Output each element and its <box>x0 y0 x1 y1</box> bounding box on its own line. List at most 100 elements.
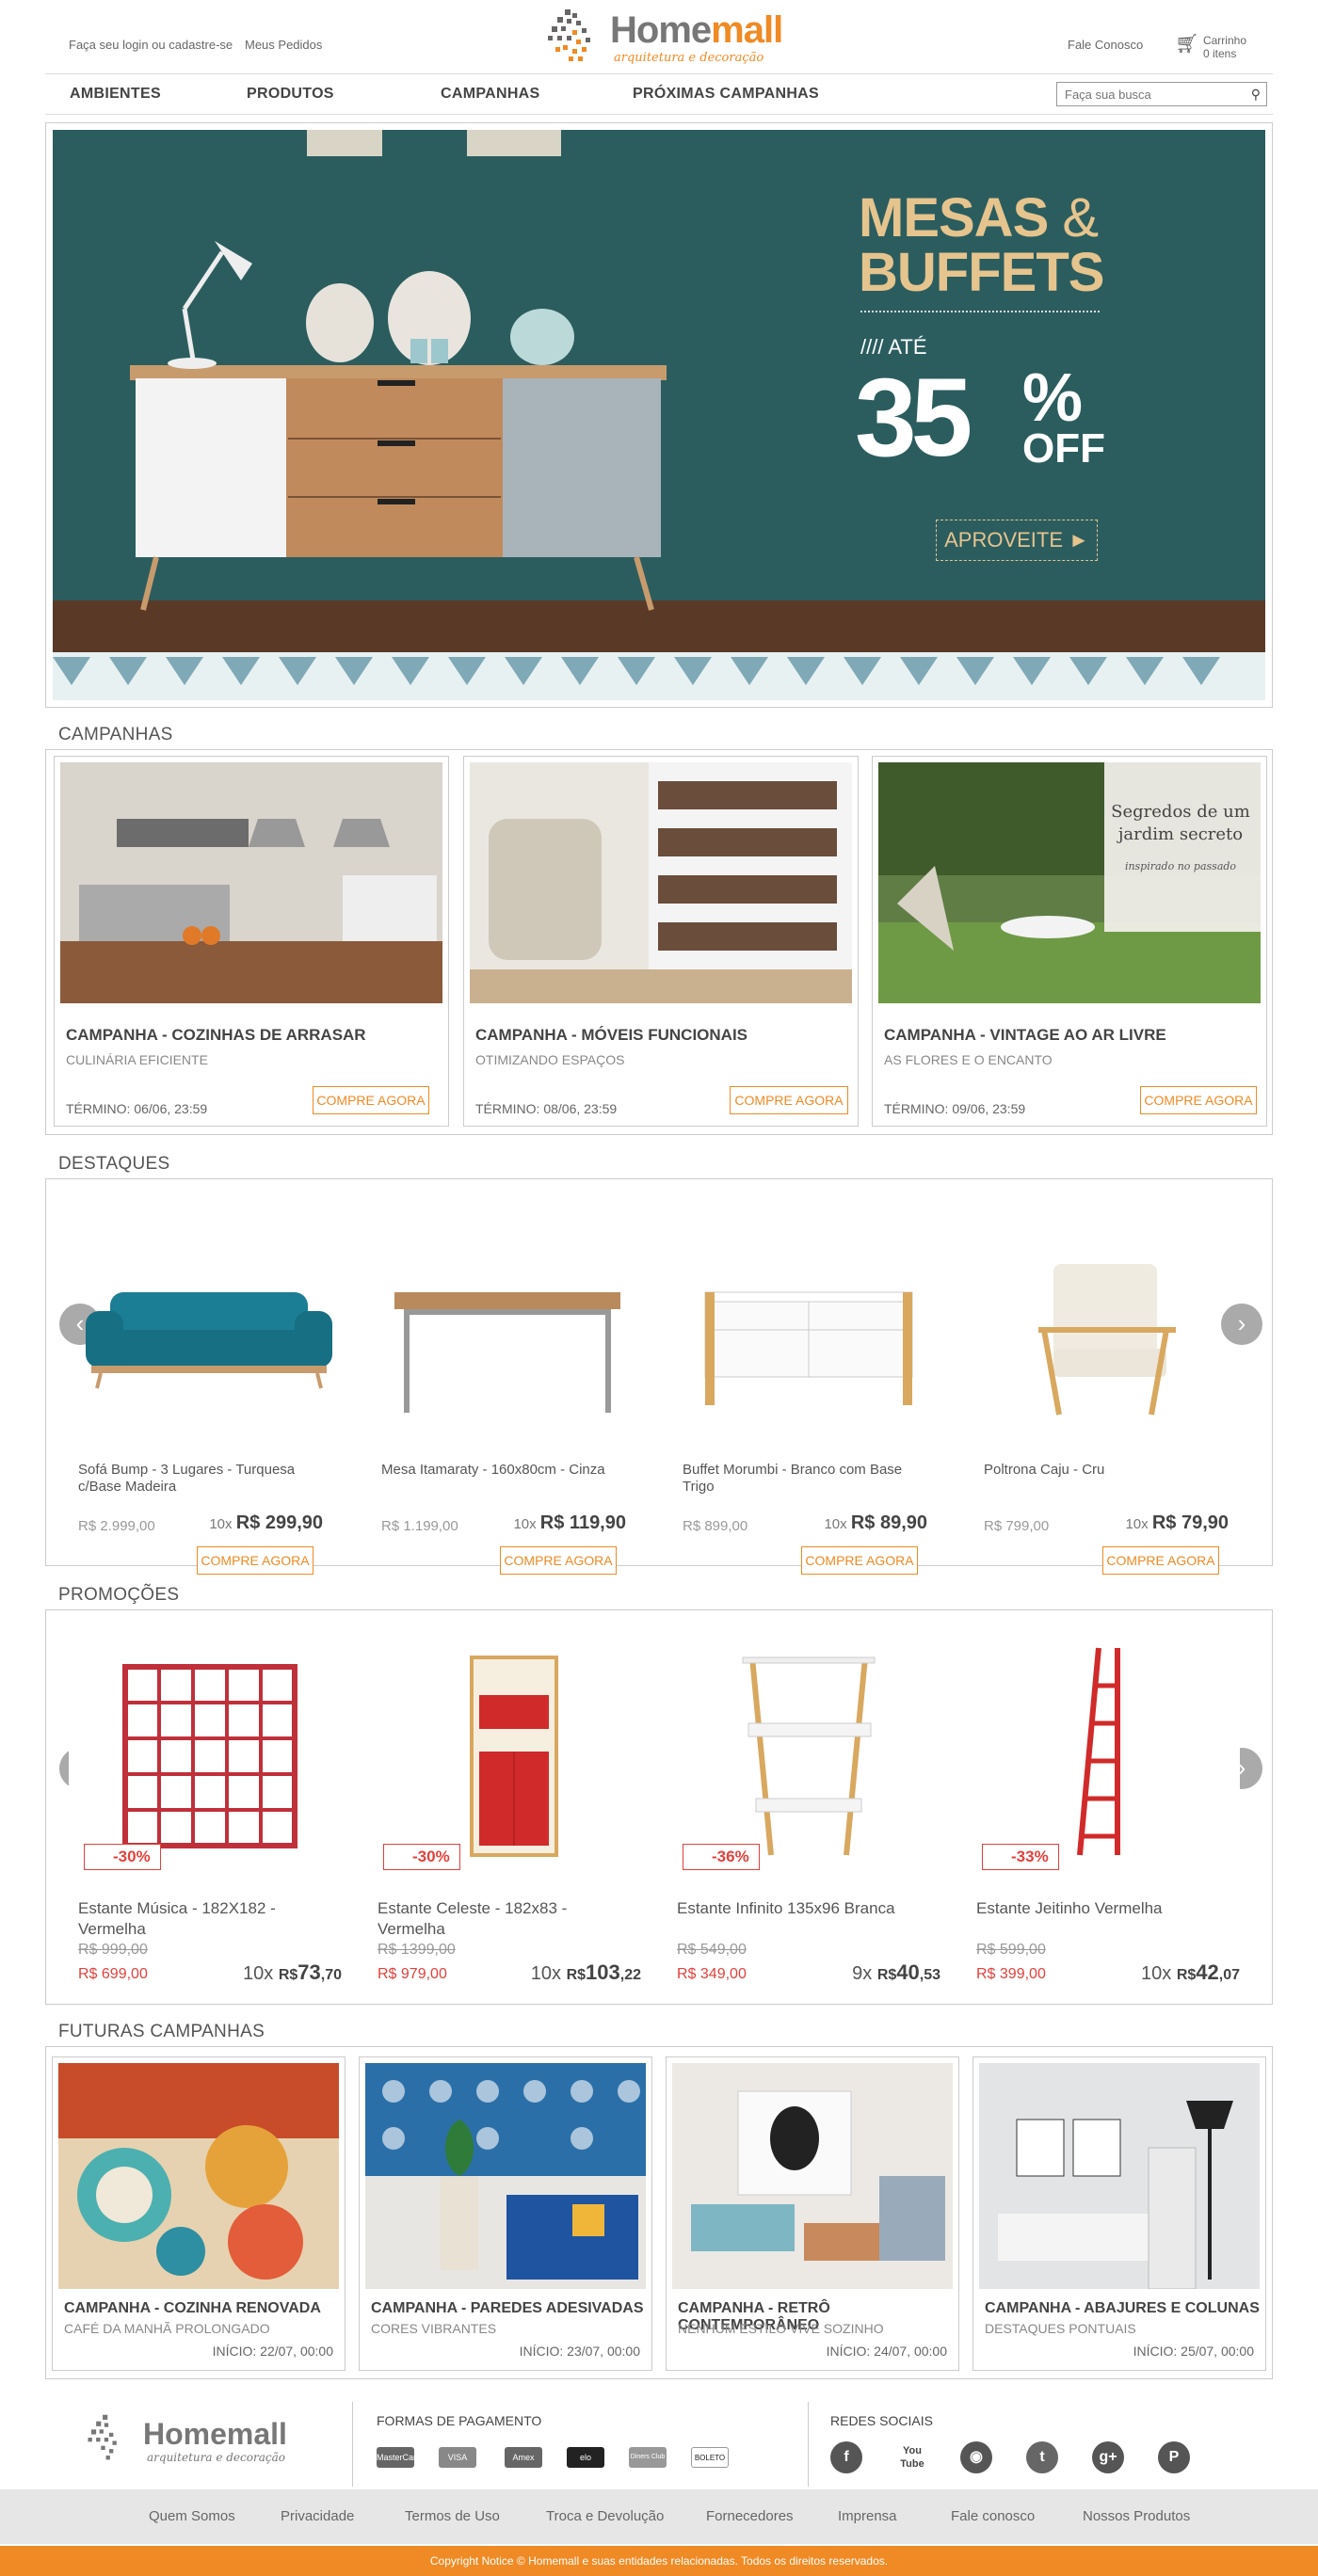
product-name: Mesa Itamaraty - 160x80cm - Cinza <box>381 1462 605 1478</box>
campaign-card[interactable]: CAMPANHA - MÓVEIS FUNCIONAIS OTIMIZANDO … <box>463 756 859 1127</box>
future-campaign-subtitle: CORES VIBRANTES <box>371 2321 497 2336</box>
discount-badge: -30% <box>383 1844 460 1870</box>
product-image <box>667 1629 940 1864</box>
future-campaign-card[interactable]: CAMPANHA - RETRÔ CONTEMPORÂNEO NENHUM ES… <box>666 2056 959 2371</box>
discount-badge: -33% <box>982 1844 1059 1870</box>
future-campaign-subtitle: CAFÉ DA MANHÃ PROLONGADO <box>64 2321 270 2336</box>
youtube-icon[interactable]: You Tube <box>896 2441 928 2473</box>
product-old-price: R$ 1399,00 <box>378 1942 456 1958</box>
future-campaign-title: CAMPANHA - COZINHA RENOVADA <box>64 2300 321 2316</box>
product-new-price: R$ 699,00 <box>78 1966 148 1982</box>
product-old-price: R$ 1.199,00 <box>381 1518 458 1534</box>
footer-logo-text: Homemall <box>143 2417 287 2451</box>
product-name: Sofá Bump - 3 Lugares - Turquesa c/Base … <box>78 1462 296 1495</box>
product-price: 10x R$ 119,90 <box>513 1512 626 1533</box>
campaign-overlay-text-1: Segredos de um <box>1111 802 1250 822</box>
search-box: ⚲ <box>1056 82 1267 106</box>
promo-card[interactable]: -33% Estante Jeitinho Vermelha R$ 599,00… <box>961 1610 1253 2006</box>
nav-ambientes[interactable]: AMBIENTES <box>70 86 161 103</box>
instagram-icon[interactable]: ◉ <box>960 2441 992 2473</box>
product-image <box>69 1629 342 1864</box>
hero-banner[interactable]: MESAS & BUFFETS //// ATÉ 35 % OFF APROVE… <box>45 122 1273 708</box>
product-card[interactable]: Mesa Itamaraty - 160x80cm - Cinza R$ 1.1… <box>366 1208 649 1575</box>
campaign-image: Segredos de um jardim secreto inspirado … <box>878 762 1261 1003</box>
future-campaign-subtitle: NENHUM ESTILO VIVE SOZINHO <box>678 2321 884 2336</box>
future-campaign-start: INÍCIO: 25/07, 00:00 <box>1133 2344 1254 2359</box>
header: Faça seu login ou cadastre-se Meus Pedid… <box>45 0 1273 73</box>
product-name: Estante Infinito 135x96 Branca <box>677 1899 895 1917</box>
footer-logo-tagline: arquitetura e decoração <box>147 2451 285 2464</box>
product-old-price: R$ 599,00 <box>976 1942 1046 1958</box>
future-campaign-image <box>365 2063 646 2289</box>
product-card[interactable]: Sofá Bump - 3 Lugares - Turquesa c/Base … <box>63 1208 346 1575</box>
campanhas-box: CAMPANHA - COZINHAS DE ARRASAR CULINÁRIA… <box>45 749 1273 1135</box>
logo-text: Homemall <box>610 9 783 51</box>
future-campaign-card[interactable]: CAMPANHA - PAREDES ADESIVADAS CORES VIBR… <box>359 2056 652 2371</box>
logo[interactable]: Homemall arquitetura e decoração <box>544 8 798 66</box>
promo-card[interactable]: -30% Estante Música - 182X182 - Vermelha… <box>63 1610 355 2006</box>
discount-badge: -36% <box>683 1844 760 1870</box>
product-card[interactable]: Buffet Morumbi - Branco com Base Trigo R… <box>667 1208 950 1575</box>
product-card[interactable]: Poltrona Caju - Cru R$ 799,00 10x R$ 79,… <box>969 1208 1251 1575</box>
campaign-image <box>470 762 852 1003</box>
search-input[interactable] <box>1057 83 1236 105</box>
product-new-price: R$ 979,00 <box>378 1966 447 1982</box>
nav-proximas-campanhas[interactable]: PRÓXIMAS CAMPANHAS <box>633 86 819 103</box>
twitter-icon[interactable]: t <box>1026 2441 1058 2473</box>
footer-link-fale-conosco[interactable]: Fale conosco <box>951 2508 1035 2524</box>
product-image <box>704 1291 913 1405</box>
product-name: Estante Celeste - 182x83 - Vermelha <box>378 1899 568 1938</box>
contact-link[interactable]: Fale Conosco <box>1068 38 1143 52</box>
promo-card[interactable]: -30% Estante Celeste - 182x83 - Vermelha… <box>362 1610 654 2006</box>
product-old-price: R$ 999,00 <box>78 1942 148 1958</box>
section-title-futuras: FUTURAS CAMPANHAS <box>58 2022 265 2041</box>
pinterest-icon[interactable]: P <box>1158 2441 1190 2473</box>
future-campaign-start: INÍCIO: 24/07, 00:00 <box>826 2344 947 2359</box>
logo-mark-icon <box>548 9 590 61</box>
future-campaign-image <box>672 2063 953 2289</box>
product-old-price: R$ 899,00 <box>683 1518 748 1534</box>
footer-link-troca[interactable]: Troca e Devolução <box>546 2508 664 2524</box>
campaign-title: CAMPANHA - MÓVEIS FUNCIONAIS <box>475 1026 747 1044</box>
hero-cta-button[interactable]: APROVEITE ► <box>936 520 1098 561</box>
buy-now-button[interactable]: COMPRE AGORA <box>500 1546 617 1575</box>
footer-logo[interactable]: Homemall arquitetura e decoração <box>85 2413 311 2470</box>
nav-campanhas[interactable]: CAMPANHAS <box>441 86 540 103</box>
section-title-promocoes: PROMOÇÕES <box>58 1585 180 1605</box>
orders-link[interactable]: Meus Pedidos <box>245 38 322 52</box>
buy-now-button[interactable]: COMPRE AGORA <box>801 1546 918 1575</box>
buy-now-button[interactable]: COMPRE AGORA <box>1140 1086 1257 1114</box>
campaign-subtitle: OTIMIZANDO ESPAÇOS <box>475 1052 625 1067</box>
buy-now-button[interactable]: COMPRE AGORA <box>730 1086 848 1114</box>
footer-link-termos[interactable]: Termos de Uso <box>405 2508 500 2524</box>
product-installment: 10x R$103,22 <box>530 1960 641 1984</box>
facebook-icon[interactable]: f <box>830 2441 862 2473</box>
footer-link-produtos[interactable]: Nossos Produtos <box>1083 2508 1190 2524</box>
future-campaign-card[interactable]: CAMPANHA - COZINHA RENOVADA CAFÉ DA MANH… <box>52 2056 346 2371</box>
campaign-title: CAMPANHA - VINTAGE AO AR LIVRE <box>884 1026 1166 1044</box>
footer-link-privacidade[interactable]: Privacidade <box>281 2508 354 2524</box>
buy-now-button[interactable]: COMPRE AGORA <box>1102 1546 1219 1575</box>
cart-count: 0 itens <box>1202 47 1237 60</box>
destaques-box: ‹ › Sofá Bump - 3 Lugares - Turquesa c/B… <box>45 1178 1273 1575</box>
footer-link-fornecedores[interactable]: Fornecedores <box>706 2508 794 2524</box>
google-plus-icon[interactable]: g+ <box>1092 2441 1124 2473</box>
campaign-card[interactable]: Segredos de um jardim secreto inspirado … <box>872 756 1267 1127</box>
section-title-destaques: DESTAQUES <box>58 1154 170 1174</box>
nav-produtos[interactable]: PRODUTOS <box>247 86 334 103</box>
buy-now-button[interactable]: COMPRE AGORA <box>197 1546 313 1575</box>
search-icon[interactable]: ⚲ <box>1251 87 1261 103</box>
footer-link-imprensa[interactable]: Imprensa <box>838 2508 897 2524</box>
footer-link-quem-somos[interactable]: Quem Somos <box>149 2508 235 2524</box>
campaign-subtitle: CULINÁRIA EFICIENTE <box>66 1052 208 1067</box>
promo-card[interactable]: -36% Estante Infinito 135x96 Branca R$ 5… <box>662 1610 954 2006</box>
cart-icon: 🛒︎ <box>1174 34 1199 55</box>
future-campaign-card[interactable]: CAMPANHA - ABAJURES E COLUNAS DESTAQUES … <box>972 2056 1266 2371</box>
cart[interactable]: 🛒︎ Carrinho 0 itens <box>1175 34 1246 60</box>
payment-diners-icon: Diners Club <box>629 2447 667 2468</box>
product-name: Estante Música - 182X182 - Vermelha <box>78 1899 276 1938</box>
login-link[interactable]: Faça seu login ou cadastre-se <box>69 38 233 52</box>
campaign-card[interactable]: CAMPANHA - COZINHAS DE ARRASAR CULINÁRIA… <box>54 756 449 1127</box>
product-old-price: R$ 549,00 <box>677 1942 747 1958</box>
buy-now-button[interactable]: COMPRE AGORA <box>313 1086 429 1114</box>
